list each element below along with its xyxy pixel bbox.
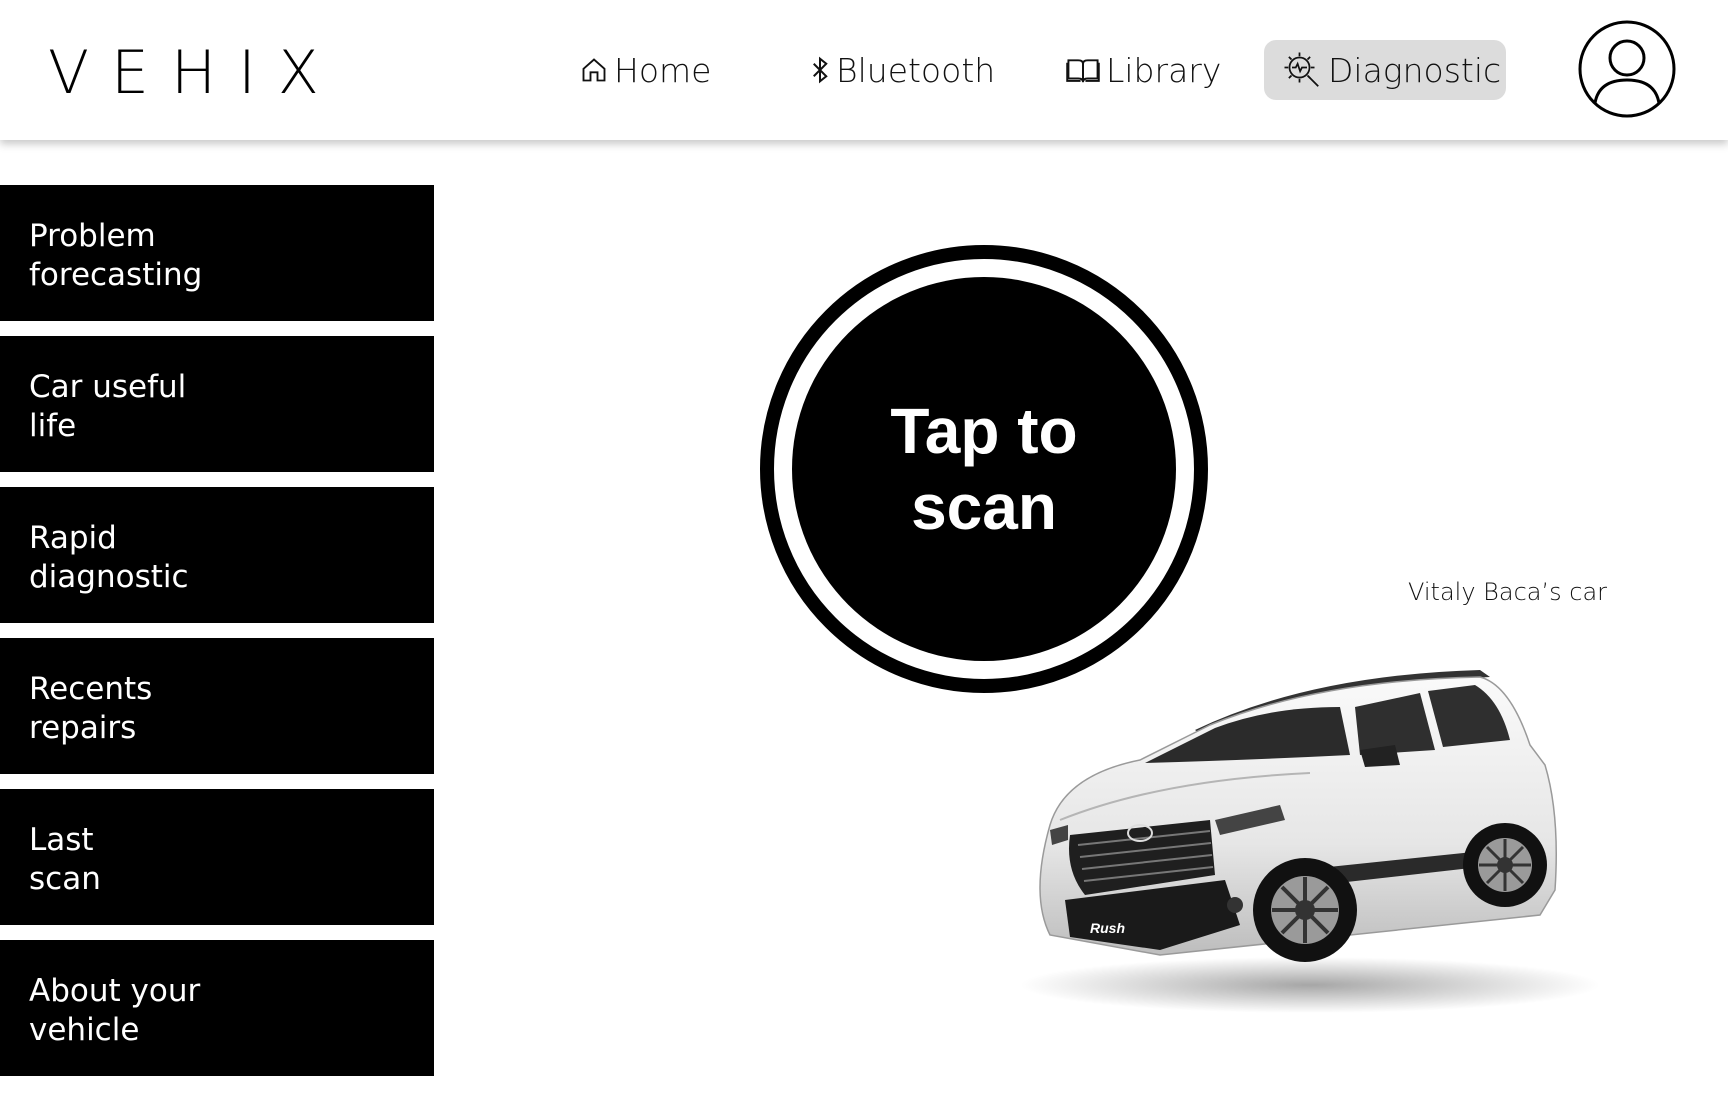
nav-home-label: Home xyxy=(614,50,712,90)
sidebar-item-about-vehicle[interactable]: About your vehicle xyxy=(0,940,434,1076)
nav-diagnostic[interactable]: Diagnostic xyxy=(1264,40,1506,100)
white-suv-image: Rush xyxy=(1010,655,1610,1015)
nav-home[interactable]: Home xyxy=(580,40,711,100)
nav-library[interactable]: Library xyxy=(1066,40,1221,100)
top-navigation-bar: VEHIX Home Bluetooth Library Diagnostic xyxy=(0,0,1728,140)
scan-button[interactable]: Tap to scan xyxy=(760,245,1208,693)
sidebar-item-car-useful-life[interactable]: Car useful life xyxy=(0,336,434,472)
sidebar-item-last-scan[interactable]: Last scan xyxy=(0,789,434,925)
nav-diagnostic-label: Diagnostic xyxy=(1328,50,1502,90)
sidebar: Problem forecasting Car useful life Rapi… xyxy=(0,185,434,1091)
sidebar-item-rapid-diagnostic[interactable]: Rapid diagnostic xyxy=(0,487,434,623)
vehicle-owner-caption: Vitaly Baca’s car xyxy=(1408,578,1608,606)
app-logo: VEHIX xyxy=(48,38,341,108)
sidebar-item-problem-forecasting[interactable]: Problem forecasting xyxy=(0,185,434,321)
bluetooth-icon xyxy=(810,55,830,85)
nav-library-label: Library xyxy=(1106,50,1222,90)
scan-button-inner[interactable]: Tap to scan xyxy=(792,277,1176,661)
user-profile-icon[interactable] xyxy=(1578,20,1676,118)
book-icon xyxy=(1066,55,1100,85)
nav-bluetooth-label: Bluetooth xyxy=(836,50,996,90)
home-icon xyxy=(580,56,608,84)
vehicle-badge: Rush xyxy=(1090,920,1125,936)
scan-button-label: Tap to scan xyxy=(890,395,1078,543)
nav-bluetooth[interactable]: Bluetooth xyxy=(810,40,995,100)
sidebar-item-recents-repairs[interactable]: Recents repairs xyxy=(0,638,434,774)
diagnostic-gear-icon xyxy=(1282,50,1322,90)
